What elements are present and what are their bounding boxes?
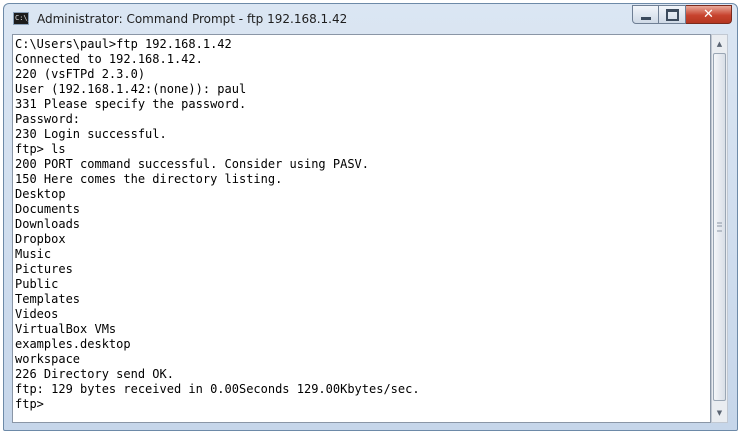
command-prompt-window[interactable]: C:\_ Administrator: Command Prompt - ftp… — [3, 3, 738, 431]
console-line: 220 (vsFTPd 2.3.0) — [15, 67, 146, 81]
console-line: Pictures — [15, 262, 73, 276]
maximize-icon — [665, 8, 679, 21]
scrollbar-grip-icon — [717, 222, 722, 232]
command-prompt-icon[interactable]: C:\_ — [13, 12, 32, 25]
console-line: examples.desktop — [15, 337, 131, 351]
console-line: ftp: 129 bytes received in 0.00Seconds 1… — [15, 382, 420, 396]
console-line: User (192.168.1.42:(none)): paul — [15, 82, 247, 96]
console-line: 200 PORT command successful. Consider us… — [15, 157, 370, 171]
title-bar[interactable]: C:\_ Administrator: Command Prompt - ftp… — [4, 4, 737, 34]
console-line: 226 Directory send OK. — [15, 367, 174, 381]
app-icon-glyph: C:\_ — [15, 14, 32, 22]
console-line: Desktop — [15, 187, 66, 201]
maximize-button[interactable] — [659, 5, 686, 24]
close-button[interactable]: ✕ — [686, 5, 732, 24]
console-line: Music — [15, 247, 52, 261]
console-line: Password: — [15, 112, 81, 126]
minimize-icon — [640, 16, 651, 20]
minimize-button[interactable] — [632, 5, 659, 24]
console-line: Documents — [15, 202, 81, 216]
console-line: 331 Please specify the password. — [15, 97, 247, 111]
console-line: Public — [15, 277, 59, 291]
window-title: Administrator: Command Prompt - ftp 192.… — [37, 12, 348, 26]
console-line: 150 Here comes the directory listing. — [15, 172, 283, 186]
console-line: Downloads — [15, 217, 81, 231]
caption-buttons: ✕ — [632, 5, 732, 25]
console-output[interactable]: C:\Users\paul>ftp 192.168.1.42 Connected … — [12, 34, 711, 423]
scroll-up-arrow-icon[interactable]: ▲ — [712, 36, 727, 52]
console-line: C:\Users\paul>ftp 192.168.1.42 — [15, 37, 232, 51]
console-line: Videos — [15, 307, 59, 321]
console-line: Dropbox — [15, 232, 66, 246]
scroll-down-arrow-icon[interactable]: ▼ — [712, 405, 727, 421]
vertical-scrollbar[interactable]: ▲ ▼ — [711, 34, 728, 423]
scrollbar-thumb[interactable] — [713, 53, 726, 401]
console-line: 230 Login successful. — [15, 127, 167, 141]
console-line: ftp> — [15, 397, 44, 411]
close-icon: ✕ — [703, 7, 714, 22]
console-line: Templates — [15, 292, 81, 306]
console-line: Connected to 192.168.1.42. — [15, 52, 203, 66]
console-lines: C:\Users\paul>ftp 192.168.1.42 Connected … — [13, 35, 710, 412]
console-line: VirtualBox VMs — [15, 322, 117, 336]
console-line: workspace — [15, 352, 81, 366]
console-line: ftp> ls — [15, 142, 66, 156]
